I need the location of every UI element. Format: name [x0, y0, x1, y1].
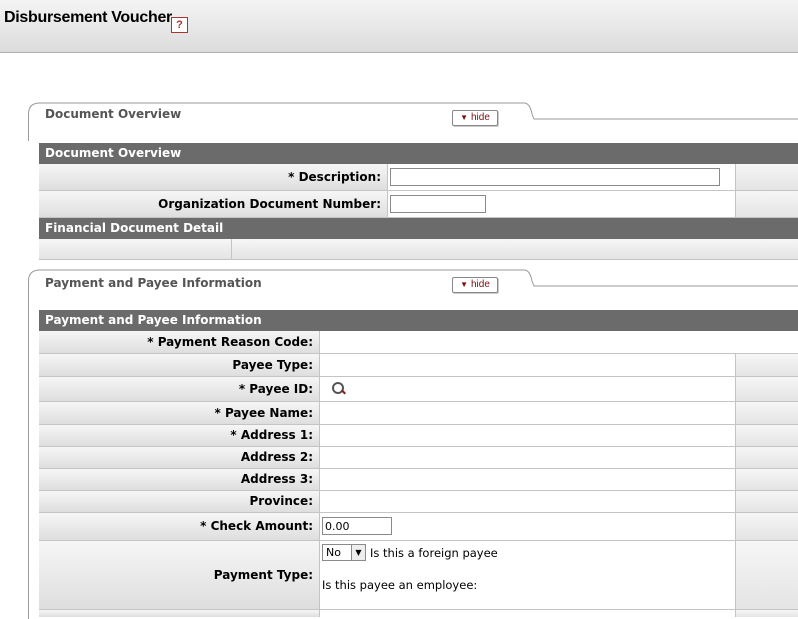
triangle-down-icon: ▼ — [460, 113, 468, 122]
financial-detail-label-cell — [39, 239, 231, 259]
document-overview-hide-button[interactable]: ▼ hide — [452, 110, 498, 126]
org-doc-number-extra-cell — [735, 191, 798, 217]
address3-row: Address 3: — [39, 469, 798, 491]
payee-type-row: Payee Type: — [39, 354, 798, 377]
next-row-label — [39, 610, 319, 617]
triangle-down-icon: ▼ — [460, 280, 468, 289]
employee-payee-text: Is this payee an employee: — [322, 578, 478, 592]
address3-label: Address 3: — [39, 469, 319, 490]
payment-type-cell: No ▼ Is this a foreign payee Is this pay… — [319, 541, 735, 609]
description-extra-cell — [735, 164, 798, 190]
check-amount-extra-cell — [735, 513, 798, 540]
document-overview-section-header: Document Overview — [39, 143, 798, 164]
payment-section-header: Payment and Payee Information — [39, 310, 798, 331]
province-label: Province: — [39, 491, 319, 512]
payee-type-cell — [319, 354, 735, 376]
payee-name-label: * Payee Name: — [39, 402, 319, 424]
payee-name-extra-cell — [735, 402, 798, 424]
check-amount-input[interactable] — [322, 517, 392, 535]
description-row: * Description: — [39, 164, 798, 191]
page-title: Disbursement Voucher — [4, 9, 172, 26]
payee-name-row: * Payee Name: — [39, 402, 798, 425]
foreign-payee-select-value: No — [326, 546, 341, 559]
payment-type-row: Payment Type: No ▼ Is this a foreign pay… — [39, 541, 798, 610]
check-amount-label: * Check Amount: — [39, 513, 319, 540]
address3-extra-cell — [735, 469, 798, 490]
payee-id-row: * Payee ID: — [39, 377, 798, 402]
financial-detail-value-cell — [231, 239, 798, 259]
payment-reason-code-label: * Payment Reason Code: — [39, 331, 319, 353]
address2-row: Address 2: — [39, 447, 798, 469]
chevron-down-icon: ▼ — [351, 545, 365, 560]
financial-detail-section-header: Financial Document Detail — [39, 218, 798, 239]
payment-type-extra-cell — [735, 541, 798, 609]
province-row: Province: — [39, 491, 798, 513]
payment-type-label: Payment Type: — [39, 541, 319, 609]
org-doc-number-input[interactable] — [390, 195, 486, 213]
address1-label: * Address 1: — [39, 425, 319, 446]
help-icon[interactable]: ? — [171, 17, 188, 33]
description-input[interactable] — [390, 168, 720, 186]
payment-hide-button[interactable]: ▼ hide — [452, 277, 498, 293]
address1-row: * Address 1: — [39, 425, 798, 447]
next-row-cell — [319, 610, 735, 617]
payment-tab-title: Payment and Payee Information — [45, 276, 262, 290]
address3-cell — [319, 469, 735, 490]
payee-id-cell — [319, 377, 735, 401]
payee-id-label: * Payee ID: — [39, 377, 319, 401]
hide-label: hide — [471, 112, 490, 123]
next-row — [39, 610, 798, 617]
payment-reason-code-cell — [319, 331, 798, 353]
description-label: * Description: — [39, 164, 387, 190]
payment-reason-code-row: * Payment Reason Code: — [39, 331, 798, 354]
check-amount-cell — [319, 513, 735, 540]
financial-detail-row — [39, 239, 798, 260]
hide-label: hide — [471, 279, 490, 290]
org-doc-number-row: Organization Document Number: — [39, 191, 798, 218]
check-amount-row: * Check Amount: — [39, 513, 798, 541]
org-doc-number-cell — [387, 191, 735, 217]
description-cell — [387, 164, 735, 190]
payee-type-extra-cell — [735, 354, 798, 376]
next-row-extra-cell — [735, 610, 798, 617]
foreign-payee-text: Is this a foreign payee — [370, 546, 498, 560]
document-overview-tab-title: Document Overview — [45, 107, 182, 121]
foreign-payee-select[interactable]: No ▼ — [322, 544, 366, 561]
address2-extra-cell — [735, 447, 798, 468]
payee-type-label: Payee Type: — [39, 354, 319, 376]
address1-cell — [319, 425, 735, 446]
province-extra-cell — [735, 491, 798, 512]
address2-cell — [319, 447, 735, 468]
org-doc-number-label: Organization Document Number: — [39, 191, 387, 217]
address2-label: Address 2: — [39, 447, 319, 468]
address1-extra-cell — [735, 425, 798, 446]
payee-id-extra-cell — [735, 377, 798, 401]
payee-name-cell — [319, 402, 735, 424]
page-header: Disbursement Voucher ? — [0, 0, 798, 53]
lookup-icon[interactable] — [332, 382, 344, 394]
province-cell — [319, 491, 735, 512]
